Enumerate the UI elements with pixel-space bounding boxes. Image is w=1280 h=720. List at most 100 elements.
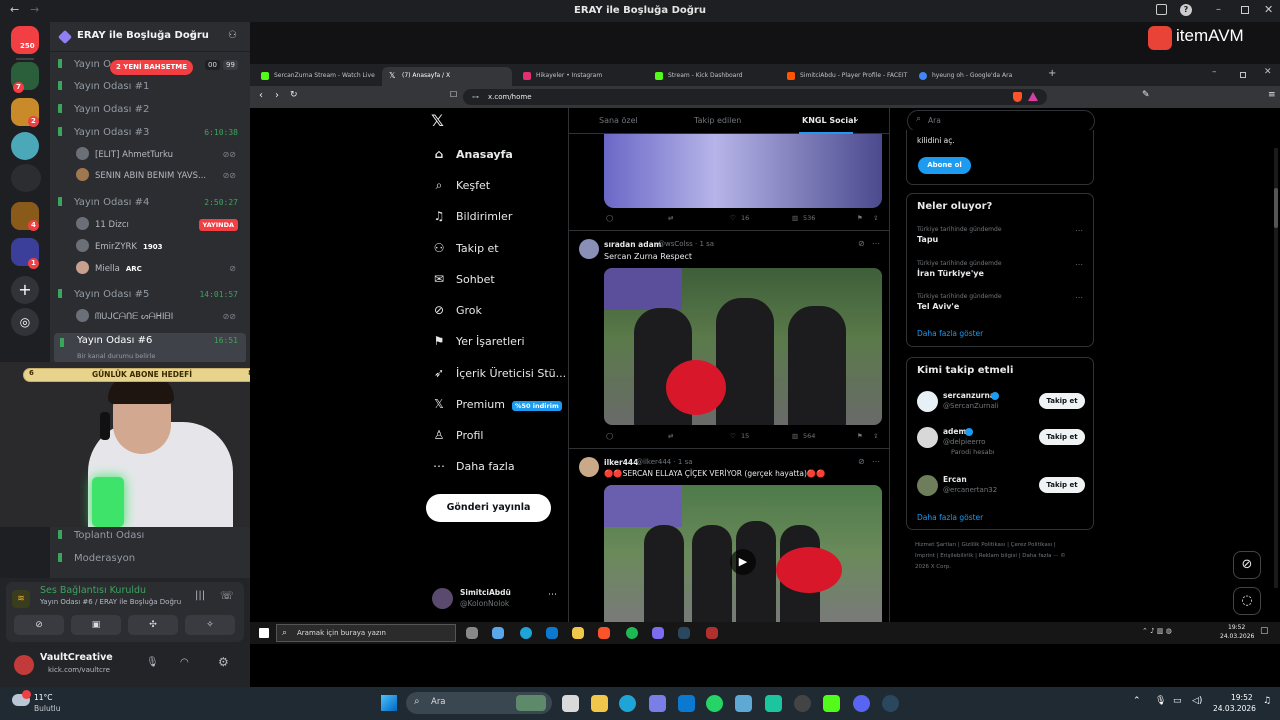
new-mentions-pill[interactable]: 2 YENİ BAHSETME	[110, 60, 194, 75]
more-icon[interactable]: ⋯	[1075, 226, 1083, 235]
browser-tab[interactable]: hyeung oh - Google'da Ara	[912, 67, 1040, 86]
voice-user[interactable]: 11 Dizcı YAYINDA	[76, 215, 246, 235]
menu-icon[interactable]: ≡	[1268, 90, 1276, 100]
trend-item[interactable]: Türkiye tarihinde gündemde İran Türkiye'…	[917, 260, 1087, 278]
help-icon[interactable]: ?	[1180, 4, 1192, 16]
x-logo-icon[interactable]: 𝕏	[431, 111, 444, 130]
reply-icon[interactable]: ◯	[606, 432, 613, 440]
brave-icon[interactable]	[598, 627, 610, 639]
back-icon[interactable]: ‹	[259, 90, 263, 101]
add-server-icon[interactable]: +	[11, 276, 39, 304]
voice-user[interactable]: [ELIT] AhmetTurku ⊘⊘	[76, 145, 246, 165]
nav-grok[interactable]: ⊘ Grok	[432, 300, 482, 320]
url-bar[interactable]: ⊶ x.com/home	[463, 89, 1047, 105]
network-icon[interactable]: ▭	[1173, 696, 1182, 706]
tweet-author-handle[interactable]: @wsColss · 1 sa	[658, 240, 714, 248]
nav-home[interactable]: ⌂ Anasayfa	[432, 144, 513, 164]
reply-icon[interactable]: ◯	[606, 214, 613, 222]
clock-date[interactable]: 24.03.2026	[1220, 633, 1254, 640]
forward-icon[interactable]: ›	[275, 90, 279, 101]
brave-shield-icon[interactable]	[1013, 92, 1022, 102]
nav-notifications[interactable]: ♫ Bildirimler	[432, 206, 513, 226]
outlook-icon[interactable]	[546, 627, 558, 639]
explorer-icon[interactable]	[572, 627, 584, 639]
trend-item[interactable]: Türkiye tarihinde gündemde Tel Aviv'e ⋯	[917, 293, 1087, 311]
tray-chevron-icon[interactable]: ⌃	[1133, 696, 1141, 706]
kick-icon[interactable]	[823, 695, 840, 712]
server-header[interactable]: ERAY ile Boşluğa Doğru ⌄ ⚇	[50, 22, 250, 52]
app-icon[interactable]	[706, 627, 718, 639]
voice-status[interactable]: Ses Bağlantısı Kuruldu	[40, 585, 146, 596]
clock-date[interactable]: 24.03.2026	[1213, 704, 1256, 713]
volume-icon[interactable]: ◁)	[1192, 696, 1202, 706]
voice-location[interactable]: Yayın Odası #6 / ERAY ile Boşluğa Doğru	[40, 598, 181, 606]
voice-user[interactable]: ᗰᑌᒍᑕᗩᑎᗴ ᔕᗩᕼIᗷI ⊘⊘	[76, 307, 246, 327]
gallery-icon[interactable]	[735, 695, 752, 712]
subscribe-button[interactable]: Abone ol	[918, 157, 971, 174]
notification-icon[interactable]: ▢	[1260, 626, 1269, 636]
scrollbar[interactable]	[1274, 148, 1278, 588]
browser-tab[interactable]: Hikayeler • Instagram	[516, 67, 644, 86]
tweet-author-name[interactable]: sıradan adam	[604, 240, 661, 249]
edge-icon[interactable]	[619, 695, 636, 712]
camera-button[interactable]: ⊘	[14, 615, 64, 635]
discord-icon[interactable]	[652, 627, 664, 639]
brave-rewards-icon[interactable]	[1028, 92, 1038, 101]
scrollbar-thumb[interactable]	[1274, 188, 1278, 228]
restore-icon[interactable]	[1240, 72, 1246, 78]
noise-suppression-icon[interactable]: |||	[195, 590, 205, 601]
extensions-icon[interactable]: ✎	[1142, 90, 1150, 100]
avatar[interactable]	[579, 239, 599, 259]
more-icon[interactable]: ⋯	[872, 457, 880, 466]
notification-bell-icon[interactable]: ♫	[1263, 696, 1271, 706]
nav-more[interactable]: ⋯ Daha fazla	[432, 456, 515, 476]
outlook-icon[interactable]	[678, 695, 695, 712]
follow-button[interactable]: Takip et	[1039, 393, 1085, 409]
taskview-icon[interactable]	[562, 695, 579, 712]
channel-voice-5[interactable]: Yayın Odası #5 14:01:57	[58, 285, 246, 305]
voice-user[interactable]: EmirZYRK 1903	[76, 237, 246, 257]
post-button[interactable]: Gönderi yayınla	[426, 494, 551, 522]
search-box[interactable]: ⌕ Ara	[907, 110, 1095, 132]
voice-user[interactable]: Miella ARC ⊘	[76, 259, 246, 279]
microphone-icon[interactable]: 🎙︎	[1155, 696, 1166, 706]
discover-icon[interactable]: ◎	[11, 308, 39, 336]
footer-links[interactable]: Hizmet Şartları | Gizlilik Politikası | …	[915, 540, 1075, 573]
explorer-icon[interactable]	[591, 695, 608, 712]
taskbar-search[interactable]: ⌕ Aramak için buraya yazın	[276, 624, 456, 642]
bookmark-icon[interactable]: ⚑	[857, 214, 863, 222]
username[interactable]: VaultCreative	[40, 652, 113, 663]
nav-creator-studio[interactable]: ➶ İçerik Üreticisi Stü...	[432, 363, 566, 383]
browser-tab[interactable]: SimitciAbdu - Player Profile - FACEIT	[780, 67, 908, 86]
channel-voice-2[interactable]: Yayın Odası #2	[58, 100, 246, 120]
voice-user[interactable]: SENIN ABIN BENIM YAVS... ⊘⊘	[76, 166, 246, 186]
share-icon[interactable]: ⇪	[873, 214, 878, 222]
browser-tab[interactable]: Stream - Kick Dashboard	[648, 67, 776, 86]
tab-following[interactable]: Takip edilen	[694, 116, 741, 125]
windows-start-icon[interactable]	[381, 695, 397, 711]
nav-explore[interactable]: ⌕ Keşfet	[432, 175, 491, 195]
close-icon[interactable]: ✕	[1264, 3, 1273, 16]
disconnect-icon[interactable]: ☏	[220, 589, 234, 602]
server-active[interactable]	[11, 132, 39, 160]
nav-chat[interactable]: ✉ Sohbet	[432, 269, 495, 289]
grok-icon[interactable]: ⊘	[858, 239, 865, 248]
more-icon[interactable]: ⋯	[872, 239, 880, 248]
discord-icon[interactable]	[853, 695, 870, 712]
follow-button[interactable]: Takip et	[1039, 429, 1085, 445]
tweet-media[interactable]	[604, 268, 882, 425]
channel-voice-4[interactable]: Yayın Odası #4 2:50:27	[58, 193, 246, 213]
retweet-icon[interactable]: ⇄	[668, 432, 673, 440]
suggestion-row[interactable]: Ercan @ercanertan32 Takip et	[907, 472, 1093, 500]
steam-icon[interactable]	[678, 627, 690, 639]
more-icon[interactable]: ⋯	[1075, 293, 1083, 302]
channel-voice-6-selected[interactable]: Yayın Odası #6 16:51 Bir kanal durumu be…	[54, 333, 246, 363]
new-tab-icon[interactable]: +	[1048, 68, 1056, 79]
bookmark-icon[interactable]: ⚑	[857, 432, 863, 440]
grok-icon[interactable]: ⊘	[858, 457, 865, 466]
screen-share-button[interactable]: ▣	[71, 615, 121, 635]
copilot-icon[interactable]	[492, 627, 504, 639]
avatar[interactable]	[579, 457, 599, 477]
minimize-icon[interactable]: –	[1216, 4, 1221, 15]
views-icon[interactable]: ▥	[792, 214, 798, 222]
